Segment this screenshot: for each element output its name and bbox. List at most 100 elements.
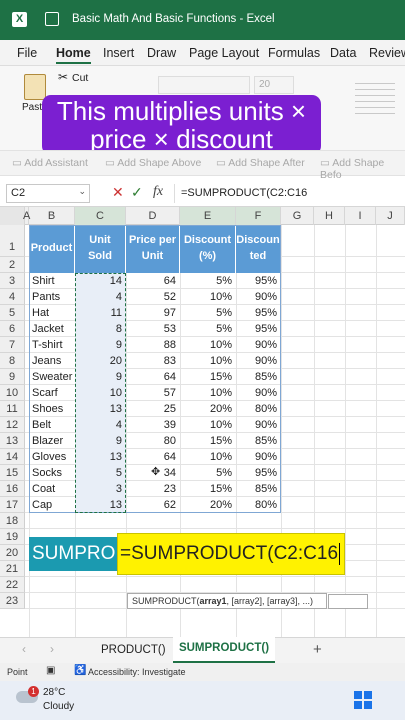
- save-icon[interactable]: [45, 12, 59, 26]
- table-cell[interactable]: 23: [126, 481, 180, 497]
- row-header[interactable]: 20: [0, 545, 25, 561]
- menu-page-layout[interactable]: Page Layout: [189, 46, 259, 60]
- column-header-c[interactable]: C: [75, 207, 126, 225]
- table-cell[interactable]: 15%: [180, 369, 236, 385]
- row-header[interactable]: 21: [0, 561, 25, 577]
- table-cell[interactable]: 88: [126, 337, 180, 353]
- row-header[interactable]: 4: [0, 289, 25, 305]
- table-header-cell[interactable]: Discoun ted: [236, 225, 281, 273]
- row-header[interactable]: 2: [0, 257, 25, 273]
- menu-insert[interactable]: Insert: [103, 46, 134, 60]
- row-header[interactable]: 22: [0, 577, 25, 593]
- table-cell[interactable]: 9: [75, 369, 126, 385]
- column-header-h[interactable]: H: [314, 207, 345, 225]
- table-cell[interactable]: Shirt: [29, 273, 75, 289]
- name-box[interactable]: C2 ⌄: [6, 184, 90, 203]
- table-cell[interactable]: 10%: [180, 353, 236, 369]
- table-cell[interactable]: Sweater: [29, 369, 75, 385]
- column-header-d[interactable]: D: [126, 207, 180, 225]
- table-cell[interactable]: 5%: [180, 273, 236, 289]
- row-header[interactable]: 1: [0, 225, 25, 257]
- row-header[interactable]: 15: [0, 465, 25, 481]
- table-cell[interactable]: 5%: [180, 321, 236, 337]
- table-cell[interactable]: 57: [126, 385, 180, 401]
- add-shape-before-button[interactable]: ▭ Add Shape Befo: [320, 157, 405, 181]
- table-cell[interactable]: T-shirt: [29, 337, 75, 353]
- table-cell[interactable]: 10%: [180, 449, 236, 465]
- column-header-e[interactable]: E: [180, 207, 236, 225]
- table-cell[interactable]: 95%: [236, 465, 281, 481]
- table-cell[interactable]: 90%: [236, 337, 281, 353]
- table-cell[interactable]: 64: [126, 369, 180, 385]
- add-assistant-button[interactable]: ▭ Add Assistant: [12, 157, 88, 169]
- enter-icon[interactable]: ✓: [131, 184, 143, 201]
- table-cell[interactable]: Hat: [29, 305, 75, 321]
- table-cell[interactable]: Blazer: [29, 433, 75, 449]
- table-cell[interactable]: 64: [126, 449, 180, 465]
- row-header[interactable]: 9: [0, 369, 25, 385]
- column-header-b[interactable]: B: [29, 207, 75, 225]
- table-cell[interactable]: 13: [75, 449, 126, 465]
- sheet-tab-product[interactable]: PRODUCT(): [101, 644, 166, 656]
- row-header[interactable]: 17: [0, 497, 25, 513]
- table-cell[interactable]: 85%: [236, 433, 281, 449]
- table-cell[interactable]: 10%: [180, 385, 236, 401]
- add-shape-above-button[interactable]: ▭ Add Shape Above: [105, 157, 201, 169]
- menu-data[interactable]: Data: [330, 46, 356, 60]
- row-header[interactable]: 16: [0, 481, 25, 497]
- table-cell[interactable]: 90%: [236, 385, 281, 401]
- table-cell[interactable]: 95%: [236, 305, 281, 321]
- table-cell[interactable]: 4: [75, 289, 126, 305]
- table-cell[interactable]: Coat: [29, 481, 75, 497]
- row-header[interactable]: 3: [0, 273, 25, 289]
- next-sheet-icon[interactable]: ›: [50, 642, 54, 656]
- table-cell[interactable]: 10%: [180, 337, 236, 353]
- add-shape-after-button[interactable]: ▭ Add Shape After: [216, 157, 305, 169]
- row-header[interactable]: 12: [0, 417, 25, 433]
- column-header-j[interactable]: J: [376, 207, 405, 225]
- table-cell[interactable]: Belt: [29, 417, 75, 433]
- cut-icon[interactable]: ✂: [58, 70, 68, 84]
- column-header-g[interactable]: G: [281, 207, 314, 225]
- table-cell[interactable]: 80%: [236, 401, 281, 417]
- align-icons[interactable]: [355, 78, 395, 118]
- table-cell[interactable]: 5: [75, 465, 126, 481]
- table-cell[interactable]: 10%: [180, 417, 236, 433]
- table-cell[interactable]: 10: [75, 385, 126, 401]
- table-cell[interactable]: 10%: [180, 289, 236, 305]
- table-cell[interactable]: 90%: [236, 449, 281, 465]
- table-cell[interactable]: 14: [75, 273, 126, 289]
- prev-sheet-icon[interactable]: ‹: [22, 642, 26, 656]
- table-cell[interactable]: 95%: [236, 273, 281, 289]
- table-cell[interactable]: 5%: [180, 465, 236, 481]
- row-header[interactable]: 6: [0, 321, 25, 337]
- table-cell[interactable]: Gloves: [29, 449, 75, 465]
- font-size-select[interactable]: 20: [254, 76, 294, 94]
- table-cell[interactable]: 62: [126, 497, 180, 513]
- accessibility-icon[interactable]: ♿: [74, 665, 86, 676]
- row-header[interactable]: 11: [0, 401, 25, 417]
- table-cell[interactable]: 9: [75, 337, 126, 353]
- row-header[interactable]: 7: [0, 337, 25, 353]
- menu-home[interactable]: Home: [56, 46, 91, 64]
- table-cell[interactable]: 20%: [180, 401, 236, 417]
- table-cell[interactable]: 83: [126, 353, 180, 369]
- table-cell[interactable]: 97: [126, 305, 180, 321]
- table-cell[interactable]: 3: [75, 481, 126, 497]
- table-cell[interactable]: 15%: [180, 481, 236, 497]
- insert-function-icon[interactable]: fx: [153, 184, 163, 200]
- table-cell[interactable]: 20: [75, 353, 126, 369]
- table-cell[interactable]: 25: [126, 401, 180, 417]
- table-cell[interactable]: 80: [126, 433, 180, 449]
- table-header-cell[interactable]: Price per Unit: [126, 225, 180, 273]
- table-cell[interactable]: 8: [75, 321, 126, 337]
- table-header-cell[interactable]: Discount (%): [180, 225, 236, 273]
- table-cell[interactable]: 85%: [236, 369, 281, 385]
- menu-formulas[interactable]: Formulas: [268, 46, 320, 60]
- table-cell[interactable]: 95%: [236, 321, 281, 337]
- table-cell[interactable]: Pants: [29, 289, 75, 305]
- table-cell[interactable]: 52: [126, 289, 180, 305]
- formula-input[interactable]: =SUMPRODUCT(C2:C16: [174, 184, 405, 203]
- sum-formula-cell[interactable]: =SUMPRODUCT(C2:C16: [117, 533, 345, 575]
- table-cell[interactable]: 53: [126, 321, 180, 337]
